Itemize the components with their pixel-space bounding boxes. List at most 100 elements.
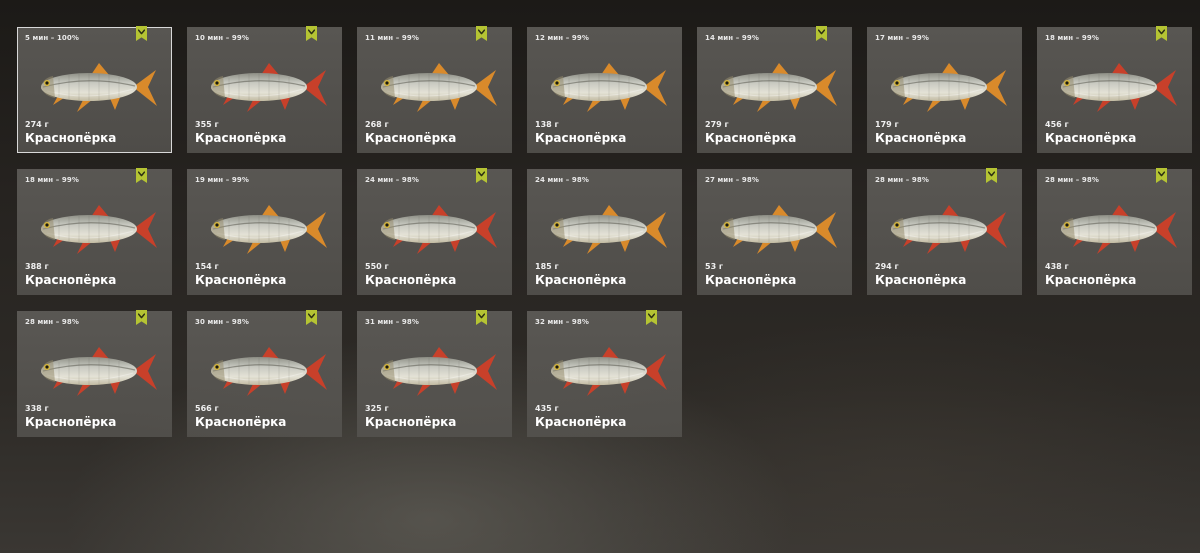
fish-icon (879, 200, 1009, 258)
tracked-badge-icon (1156, 26, 1167, 41)
fish-icon (199, 342, 329, 400)
catch-card-16[interactable]: 30 мин – 98% 566 г Краснопёрка (187, 310, 342, 437)
fish-name: Краснопёрка (195, 415, 287, 429)
catch-time-quality: 31 мин – 98% (365, 318, 419, 326)
catch-weight: 566 г (195, 404, 219, 413)
catch-time-quality: 28 мин – 98% (875, 176, 929, 184)
catch-grid: 5 мин – 100% 274 г Краснопёрка 10 мин – … (17, 26, 1192, 437)
catch-weight: 279 г (705, 120, 729, 129)
fish-name: Краснопёрка (1045, 273, 1137, 287)
catch-time-quality: 12 мин – 99% (535, 34, 589, 42)
fish-name: Краснопёрка (875, 273, 967, 287)
catch-card-9[interactable]: 19 мин – 99% 154 г Краснопёрка (187, 169, 342, 295)
fish-icon (539, 342, 669, 400)
fish-name: Краснопёрка (535, 273, 627, 287)
fish-name: Краснопёрка (705, 273, 797, 287)
catch-weight: 154 г (195, 262, 219, 271)
tracked-badge-icon (306, 310, 317, 325)
tracked-badge-icon (476, 168, 487, 183)
catch-time-quality: 24 мин – 98% (365, 176, 419, 184)
fish-name: Краснопёрка (875, 131, 967, 145)
catch-card-17[interactable]: 31 мин – 98% 325 г Краснопёрка (357, 310, 512, 437)
catch-weight: 185 г (535, 262, 559, 271)
fish-name: Краснопёрка (195, 273, 287, 287)
catch-time-quality: 32 мин – 98% (535, 318, 589, 326)
fish-name: Краснопёрка (1045, 131, 1137, 145)
catch-card-13[interactable]: 28 мин – 98% 294 г Краснопёрка (867, 168, 1022, 295)
catch-time-quality: 17 мин – 99% (875, 34, 929, 42)
fish-name: Краснопёрка (365, 131, 457, 145)
fish-name: Краснопёрка (25, 415, 117, 429)
fish-icon (539, 58, 669, 116)
catch-weight: 355 г (195, 120, 219, 129)
catch-time-quality: 11 мин – 99% (365, 34, 419, 42)
catch-card-18[interactable]: 32 мин – 98% 435 г Краснопёрка (527, 310, 682, 437)
catch-weight: 435 г (535, 404, 559, 413)
catch-card-15[interactable]: 28 мин – 98% 338 г Краснопёрка (17, 310, 172, 437)
catch-card-8[interactable]: 18 мин – 99% 388 г Краснопёрка (17, 168, 172, 295)
catch-time-quality: 28 мин – 98% (1045, 176, 1099, 184)
fish-icon (199, 58, 329, 116)
catch-weight: 294 г (875, 262, 899, 271)
catch-weight: 274 г (25, 120, 49, 129)
fish-icon (879, 58, 1009, 116)
tracked-badge-icon (476, 310, 487, 325)
tracked-badge-icon (986, 168, 997, 183)
fish-icon (29, 200, 159, 258)
catch-weight: 325 г (365, 404, 389, 413)
fish-name: Краснопёрка (365, 415, 457, 429)
catch-time-quality: 19 мин – 99% (195, 176, 249, 184)
catch-weight: 338 г (25, 404, 49, 413)
catch-time-quality: 30 мин – 98% (195, 318, 249, 326)
catch-card-4[interactable]: 12 мин – 99% 138 г Краснопёрка (527, 27, 682, 153)
catch-time-quality: 10 мин – 99% (195, 34, 249, 42)
fish-icon (1049, 58, 1179, 116)
catch-time-quality: 24 мин – 98% (535, 176, 589, 184)
catch-time-quality: 5 мин – 100% (25, 34, 79, 42)
catch-card-10[interactable]: 24 мин – 98% 550 г Краснопёрка (357, 168, 512, 295)
catch-weight: 388 г (25, 262, 49, 271)
catch-time-quality: 18 мин – 99% (25, 176, 79, 184)
catch-card-6[interactable]: 17 мин – 99% 179 г Краснопёрка (867, 27, 1022, 153)
tracked-badge-icon (476, 26, 487, 41)
catch-card-1[interactable]: 5 мин – 100% 274 г Краснопёрка (17, 26, 172, 153)
fish-name: Краснопёрка (195, 131, 287, 145)
fish-name: Краснопёрка (535, 415, 627, 429)
fish-icon (29, 58, 159, 116)
tracked-badge-icon (306, 26, 317, 41)
fish-icon (29, 342, 159, 400)
catch-card-11[interactable]: 24 мин – 98% 185 г Краснопёрка (527, 169, 682, 295)
catch-time-quality: 28 мин – 98% (25, 318, 79, 326)
catch-time-quality: 27 мин – 98% (705, 176, 759, 184)
catch-weight: 456 г (1045, 120, 1069, 129)
fish-name: Краснопёрка (705, 131, 797, 145)
catch-weight: 138 г (535, 120, 559, 129)
fish-icon (709, 58, 839, 116)
catch-weight: 550 г (365, 262, 389, 271)
fish-name: Краснопёрка (25, 273, 117, 287)
catch-card-12[interactable]: 27 мин – 98% 53 г Краснопёрка (697, 169, 852, 295)
fish-icon (539, 200, 669, 258)
tracked-badge-icon (646, 310, 657, 325)
tracked-badge-icon (136, 168, 147, 183)
fish-icon (369, 58, 499, 116)
catch-card-14[interactable]: 28 мин – 98% 438 г Краснопёрка (1037, 168, 1192, 295)
catch-weight: 438 г (1045, 262, 1069, 271)
catch-card-5[interactable]: 14 мин – 99% 279 г Краснопёрка (697, 26, 852, 153)
catch-weight: 179 г (875, 120, 899, 129)
fish-icon (369, 200, 499, 258)
fish-name: Краснопёрка (535, 131, 627, 145)
fish-icon (199, 200, 329, 258)
catch-weight: 53 г (705, 262, 724, 271)
fish-icon (369, 342, 499, 400)
catch-card-7[interactable]: 18 мин – 99% 456 г Краснопёрка (1037, 26, 1192, 153)
fish-icon (709, 200, 839, 258)
tracked-badge-icon (136, 310, 147, 325)
catch-card-3[interactable]: 11 мин – 99% 268 г Краснопёрка (357, 26, 512, 153)
fish-name: Краснопёрка (365, 273, 457, 287)
tracked-badge-icon (816, 26, 827, 41)
catch-card-2[interactable]: 10 мин – 99% 355 г Краснопёрка (187, 26, 342, 153)
catch-time-quality: 18 мин – 99% (1045, 34, 1099, 42)
fish-icon (1049, 200, 1179, 258)
catch-weight: 268 г (365, 120, 389, 129)
